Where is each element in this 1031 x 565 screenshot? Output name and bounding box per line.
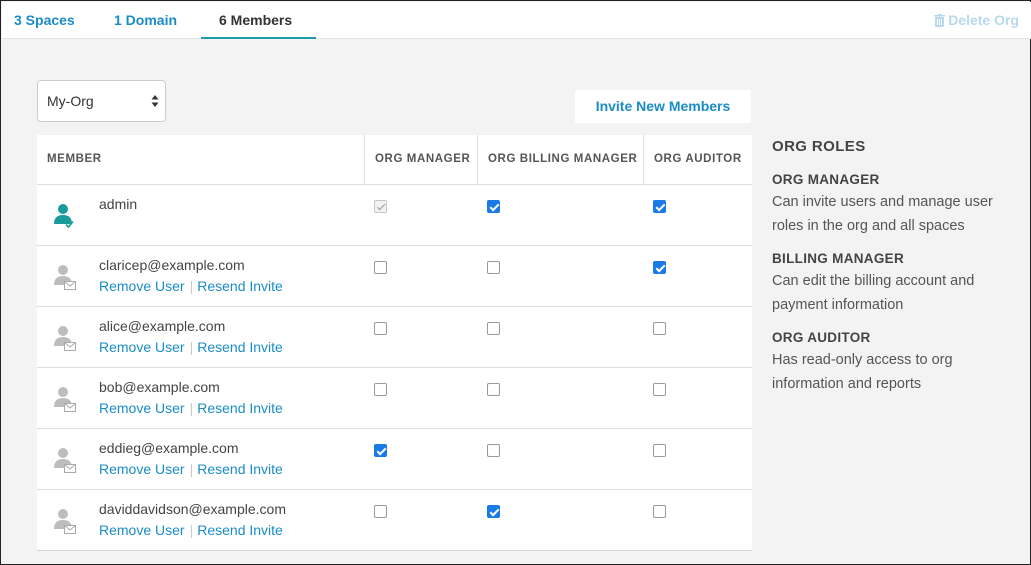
select-arrows-icon	[151, 95, 159, 107]
link-separator: |	[189, 278, 194, 294]
org-manager-checkbox[interactable]	[374, 322, 387, 335]
link-separator: |	[189, 461, 194, 477]
column-divider	[643, 135, 644, 185]
remove-user-link[interactable]: Remove User	[99, 400, 185, 416]
resend-invite-link[interactable]: Resend Invite	[197, 339, 283, 355]
user-invited-icon	[53, 507, 77, 535]
tab-bar: 3 Spaces 1 Domain 6 Members Delete Org	[2, 2, 1031, 39]
role-item: ORG MANAGER Can invite users and manage …	[772, 172, 1022, 238]
header-org-manager: ORG MANAGER	[375, 153, 471, 165]
auditor-checkbox[interactable]	[653, 200, 666, 213]
invite-new-members-button[interactable]: Invite New Members	[575, 90, 751, 123]
header-billing-manager: ORG BILLING MANAGER	[488, 153, 638, 165]
auditor-checkbox[interactable]	[653, 505, 666, 518]
member-name: claricep@example.com	[99, 257, 245, 273]
user-invited-icon	[53, 385, 77, 413]
table-row: eddieg@example.com Remove User | Resend Inv…	[37, 429, 752, 490]
resend-invite-link[interactable]: Resend Invite	[197, 522, 283, 538]
remove-user-link[interactable]: Remove User	[99, 522, 185, 538]
org-manager-checkbox	[374, 200, 387, 213]
members-table: MEMBER ORG MANAGER ORG BILLING MANAGER O…	[37, 135, 752, 551]
auditor-checkbox[interactable]	[653, 322, 666, 335]
remove-user-link[interactable]: Remove User	[99, 461, 185, 477]
role-description: Has read-only access to org information …	[772, 352, 953, 392]
user-invited-icon	[53, 324, 77, 352]
role-item: BILLING MANAGER Can edit the billing acc…	[772, 251, 1022, 317]
delete-org-label: Delete Org	[948, 12, 1019, 28]
header-member: MEMBER	[47, 153, 102, 165]
billing-manager-checkbox[interactable]	[487, 200, 500, 213]
table-row: alice@example.com Remove User | Resend Invi…	[37, 307, 752, 368]
resend-invite-link[interactable]: Resend Invite	[197, 461, 283, 477]
org-select-value: My-Org	[47, 93, 94, 109]
table-row: bob@example.com Remove User | Resend Invite	[37, 368, 752, 429]
roles-title: ORG ROLES	[772, 138, 866, 155]
billing-manager-checkbox[interactable]	[487, 322, 500, 335]
org-manager-checkbox[interactable]	[374, 505, 387, 518]
resend-invite-link[interactable]: Resend Invite	[197, 400, 283, 416]
window-frame: 3 Spaces 1 Domain 6 Members Delete Org M…	[0, 0, 1031, 565]
member-name: admin	[99, 196, 138, 212]
org-manager-checkbox[interactable]	[374, 444, 387, 457]
role-description: Can invite users and manage user roles i…	[772, 194, 993, 234]
tab-domain[interactable]: 1 Domain	[114, 2, 177, 39]
tab-members[interactable]: 6 Members	[201, 2, 316, 39]
table-row: admin	[37, 185, 752, 246]
header-org-auditor: ORG AUDITOR	[654, 153, 742, 165]
table-row: daviddavidson@example.com Remove User | Res…	[37, 490, 752, 551]
table-row: claricep@example.com Remove User | Resend I…	[37, 246, 752, 307]
member-name: eddieg@example.com	[99, 440, 239, 456]
user-verified-icon	[53, 202, 77, 230]
member-actions: Remove User | Resend Invite	[99, 522, 283, 538]
auditor-checkbox[interactable]	[653, 383, 666, 396]
user-invited-icon	[53, 446, 77, 474]
role-description: Can edit the billing account and payment…	[772, 273, 975, 313]
member-actions: Remove User | Resend Invite	[99, 339, 283, 355]
link-separator: |	[189, 522, 194, 538]
member-actions: Remove User | Resend Invite	[99, 461, 283, 477]
trash-icon	[934, 14, 946, 27]
org-manager-checkbox[interactable]	[374, 261, 387, 274]
org-select[interactable]: My-Org	[37, 80, 166, 122]
user-invited-icon	[53, 263, 77, 291]
table-header: MEMBER ORG MANAGER ORG BILLING MANAGER O…	[37, 135, 752, 185]
auditor-checkbox[interactable]	[653, 261, 666, 274]
billing-manager-checkbox[interactable]	[487, 505, 500, 518]
member-actions: Remove User | Resend Invite	[99, 278, 283, 294]
billing-manager-checkbox[interactable]	[487, 444, 500, 457]
role-item: ORG AUDITOR Has read-only access to org …	[772, 330, 1022, 396]
column-divider	[364, 135, 365, 185]
link-separator: |	[189, 339, 194, 355]
resend-invite-link[interactable]: Resend Invite	[197, 278, 283, 294]
billing-manager-checkbox[interactable]	[487, 261, 500, 274]
role-name: ORG AUDITOR	[772, 330, 871, 345]
org-manager-checkbox[interactable]	[374, 383, 387, 396]
auditor-checkbox[interactable]	[653, 444, 666, 457]
link-separator: |	[189, 400, 194, 416]
member-name: bob@example.com	[99, 379, 220, 395]
tab-spaces[interactable]: 3 Spaces	[14, 2, 75, 39]
role-name: BILLING MANAGER	[772, 251, 904, 266]
role-name: ORG MANAGER	[772, 172, 880, 187]
remove-user-link[interactable]: Remove User	[99, 339, 185, 355]
billing-manager-checkbox[interactable]	[487, 383, 500, 396]
member-name: alice@example.com	[99, 318, 226, 334]
member-name: daviddavidson@example.com	[99, 501, 286, 517]
column-divider	[477, 135, 478, 185]
org-roles-panel: ORG ROLES ORG MANAGER Can invite users a…	[772, 138, 1022, 409]
remove-user-link[interactable]: Remove User	[99, 278, 185, 294]
delete-org-button[interactable]: Delete Org	[934, 2, 1019, 39]
member-actions: Remove User | Resend Invite	[99, 400, 283, 416]
